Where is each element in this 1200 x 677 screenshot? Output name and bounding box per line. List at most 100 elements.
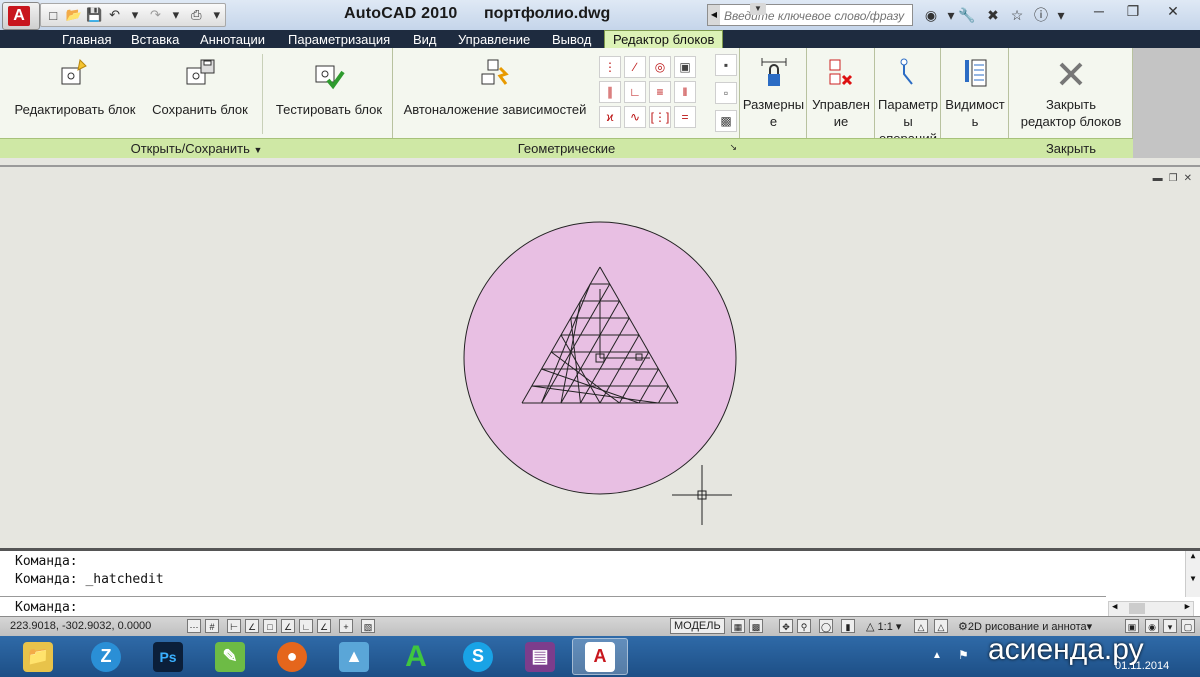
taskbar-autocad[interactable]: A [572,638,628,675]
tab-manage[interactable]: Управление [456,31,532,49]
print-icon[interactable]: ⎙ [188,6,204,24]
quick-properties-icon[interactable]: ▧ [361,619,375,633]
dimensions-button[interactable]: Размерны е [742,56,805,130]
manage-button[interactable]: Управлен ие [809,56,873,130]
qat-dropdown-icon[interactable]: ▾ [209,6,225,24]
drawing-area[interactable]: ▬ ❐ ✕ [0,165,1200,548]
tray-flag-icon[interactable]: ⚑ [958,648,969,662]
clean-screen-icon[interactable]: ▢ [1181,619,1195,633]
tray-expand-icon[interactable]: ▲ [932,650,942,661]
dynamic-input-icon[interactable]: ∠ [317,619,331,633]
parallel-icon[interactable]: ∥ [599,81,621,103]
grid-display-icon[interactable]: # [205,619,219,633]
scroll-thumb[interactable] [1129,603,1145,614]
tab-parametric[interactable]: Параметризация [286,31,392,49]
object-snap-tracking-icon[interactable]: ∠ [281,619,295,633]
taskbar-image-viewer[interactable]: ▲ [326,638,382,675]
scroll-up-icon[interactable]: ▲ [1186,551,1200,560]
scroll-right-icon[interactable]: ▶ [1185,602,1190,612]
drawing-canvas[interactable] [0,167,1200,548]
save-icon[interactable]: 💾 [86,6,102,24]
scroll-down-icon[interactable]: ▼ [1186,574,1200,583]
dialog-launcher-icon[interactable]: ↘ [729,137,737,157]
close-window-icon[interactable]: ✕ [1158,2,1188,20]
isolate-objects-icon[interactable]: ◉ [1145,619,1159,633]
annotation-visibility-icon[interactable]: △ [914,619,928,633]
taskbar-skype[interactable]: S [450,638,506,675]
tools-icon[interactable]: ✖ [984,6,1002,24]
ortho-mode-icon[interactable]: ⊢ [227,619,241,633]
auto-scale-icon[interactable]: △ [934,619,948,633]
lock-ui-icon[interactable]: ▣ [1125,619,1139,633]
collinear-icon[interactable]: ∕ [624,56,646,78]
tab-insert[interactable]: Вставка [129,31,181,49]
pan-icon[interactable]: ✥ [779,619,793,633]
tab-home[interactable]: Главная [60,31,113,49]
tab-output[interactable]: Вывод [550,31,593,49]
layout-2-icon[interactable]: ▩ [749,619,763,633]
workspace-switcher[interactable]: ⚙2D рисование и аннота▾ [958,620,1092,633]
command-hscrollbar[interactable]: ◀ ▶ [1108,601,1194,617]
object-snap-icon[interactable]: □ [263,619,277,633]
restore-icon[interactable]: ❐ [1118,2,1148,20]
taskbar-firefox[interactable]: ● [264,638,320,675]
undo-dropdown-icon[interactable]: ▾ [127,6,143,24]
tab-view[interactable]: Вид [411,31,439,49]
equal-icon[interactable]: = [674,106,696,128]
polar-tracking-icon[interactable]: ∠ [245,619,259,633]
favorites-star-icon[interactable]: ☆ [1008,6,1026,24]
test-block-button[interactable]: Тестировать блок [272,56,386,117]
new-file-icon[interactable]: □ [45,6,61,24]
annotation-scale[interactable]: △ 1:1 ▾ [866,620,901,633]
hide-constraints-icon[interactable]: ▩ [715,110,737,132]
steering-wheel-icon[interactable]: ◯ [819,619,833,633]
command-prompt[interactable]: Команда: [15,600,78,615]
symmetric-icon[interactable]: [⋮] [649,106,671,128]
layout-icon[interactable]: ▦ [731,619,745,633]
tab-annotate[interactable]: Аннотации [198,31,267,49]
search-expand-icon[interactable]: ◀ [708,5,720,25]
clock-date[interactable]: 01.11.2014 [1115,660,1169,672]
redo-icon[interactable]: ↷ [147,6,163,24]
save-block-button[interactable]: Сохранить блок [148,56,252,117]
edit-block-button[interactable]: Редактировать блок [10,56,140,117]
open-folder-icon[interactable]: 📂 [65,6,82,24]
coincident-icon[interactable]: ⋮ [599,56,621,78]
help-dropdown-icon[interactable]: ▾ [1052,6,1070,24]
close-block-editor-button[interactable]: Закрыть редактор блоков [1011,56,1131,130]
command-scrollbar[interactable]: ▲ ▼ [1185,551,1200,597]
binoculars-icon[interactable]: ◉ [922,6,940,24]
tab-block-editor[interactable]: Редактор блоков [604,30,724,49]
taskbar-winrar[interactable]: ▤ [512,638,568,675]
taskbar-explorer[interactable]: 📁 [10,638,66,675]
vertical-icon[interactable]: ‖ [674,81,696,103]
show-all-constraints-icon[interactable]: ▫ [715,82,737,104]
coordinates-readout[interactable]: 223.9018, -302.9032, 0.0000 [10,620,151,632]
communication-center-icon[interactable]: 🔧 [958,6,976,24]
zoom-icon[interactable]: ⚲ [797,619,811,633]
show-constraints-icon[interactable]: ▪ [715,54,737,76]
concentric-icon[interactable]: ◎ [649,56,671,78]
lock-icon[interactable]: ▣ [674,56,696,78]
showmotion-icon[interactable]: ▮ [841,619,855,633]
taskbar-notepad[interactable]: ✎ [202,638,258,675]
lineweight-icon[interactable]: + [339,619,353,633]
status-menu-icon[interactable]: ▾ [1163,619,1177,633]
scroll-left-icon[interactable]: ◀ [1112,602,1117,612]
model-space-button[interactable]: МОДЕЛЬ [670,618,725,634]
help-icon[interactable]: ⓘ [1032,6,1050,24]
horizontal-icon[interactable]: ≡ [649,81,671,103]
taskbar-a-app[interactable]: A [388,638,444,675]
auto-constrain-button[interactable]: Автоналожение зависимостей [399,56,591,117]
panel-footer-open-save[interactable]: Открыть/Сохранить ▼ [0,138,393,158]
perpendicular-icon[interactable]: ∟ [624,81,646,103]
ducs-icon[interactable]: ∟ [299,619,313,633]
taskbar-photoshop[interactable]: Ps [140,638,196,675]
minimize-icon[interactable]: ─ [1084,2,1114,20]
smooth-icon[interactable]: ∿ [624,106,646,128]
tangent-icon[interactable]: ϰ [599,106,621,128]
visibility-button[interactable]: Видимост ь [943,56,1007,130]
snap-mode-icon[interactable]: ⋯ [187,619,201,633]
taskbar-z-app[interactable]: Z [78,638,134,675]
action-params-button[interactable]: Параметр ы операций [876,56,940,147]
